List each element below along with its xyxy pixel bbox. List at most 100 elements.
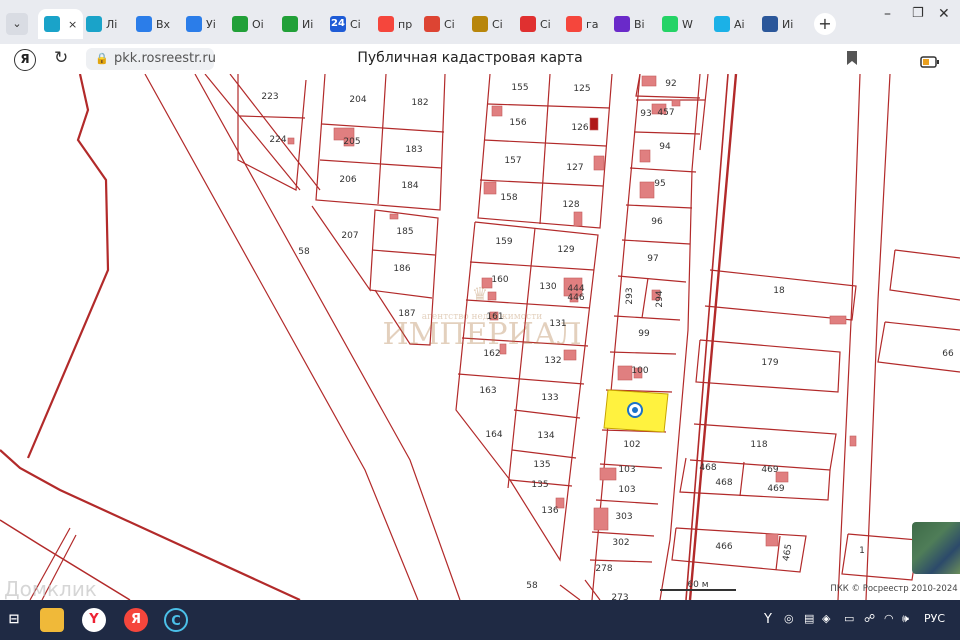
cadastral-map[interactable]: ♛ агентство недвижимости ИМПЕРИАЛ 223 224… [0,74,960,600]
b-icon [186,16,202,32]
browser-tab[interactable]: × [38,9,84,39]
tray-security-icon[interactable]: ◈ [822,612,830,625]
cube-icon [714,16,730,32]
tab-label: Сі [444,17,455,31]
parcel-label: 184 [401,181,418,191]
parcel-label: 469 [761,465,778,475]
browser-tab[interactable]: Ві [614,9,645,39]
tray-ccleaner-icon[interactable]: ◎ [784,612,794,625]
restore-button[interactable]: ❐ [912,6,930,24]
tab-list-button[interactable]: ⌄ [6,9,28,39]
corner-watermark: Домклик [4,577,97,600]
yandex-browser-button[interactable]: Y [82,608,106,632]
close-window-button[interactable]: ✕ [938,6,956,24]
scale-label: 60 м [687,580,708,590]
parcel-label: 465 [782,543,795,562]
24-icon: 24 [330,16,346,32]
parcel-label: 163 [479,386,496,396]
battery-icon [920,56,939,68]
battery-indicator[interactable] [920,53,940,72]
browser-tab[interactable]: 24 Сі [330,9,361,39]
parcel-label: 126 [571,123,588,133]
new-tab-button[interactable]: + [814,9,836,39]
close-tab-icon[interactable]: × [68,18,77,31]
parcel-label: 129 [557,245,574,255]
parcel-label: 135 [531,480,548,490]
parcel-label: 161 [486,312,503,322]
browser-tab[interactable]: Иі [762,9,793,39]
map-canvas[interactable]: ♛ агентство недвижимости ИМПЕРИАЛ 223224… [0,74,960,600]
parcel-label: 100 [631,366,648,376]
parcel-label: 99 [638,329,650,339]
location-marker-icon[interactable] [627,402,643,418]
yandex-button[interactable]: Я [124,608,148,632]
parcel-label: 93 [640,109,651,119]
taskbar: ⊟ Y Я C Y ◎ ▤ ◈ ▭ ☍ ◠ 🕪 РУС [0,600,960,640]
browser-tab[interactable]: Оі [232,9,264,39]
tray-network-icon[interactable]: ☍ [864,612,875,625]
parcel-label: 1 [859,546,865,556]
tab-label: Оі [252,17,264,31]
parcel-label: 58 [298,247,310,257]
map-attribution: ПКК © Росреестр 2010-2024 [830,584,957,594]
parcel-label: 58 [526,581,538,591]
browser-tab[interactable]: пр [378,9,412,39]
tab-label: Ві [634,17,645,31]
ccleaner-button[interactable]: C [164,608,188,632]
tab-label: Сі [350,17,361,31]
parcel-label: 303 [615,512,632,522]
task-view-button[interactable]: ⊟ [2,608,26,632]
yandex-icon [378,16,394,32]
browser-tab[interactable]: Аі [714,9,745,39]
tray-yandex-icon[interactable]: Y [764,612,772,627]
browser-tab[interactable]: Лі [86,9,117,39]
parcel-label: 223 [261,92,278,102]
file-explorer-button[interactable] [40,608,64,632]
url-field[interactable]: 🔒 pkk.rosreestr.ru [86,48,217,70]
tab-label: га [586,17,599,31]
yandex-icon: Я [130,612,141,627]
tray-battery-icon[interactable]: ▭ [844,612,854,625]
browser-tab[interactable]: W [662,9,693,39]
minimize-button[interactable]: – [884,6,902,24]
browser-tab-bar: ⌄ × Лі Вх Уі Оі Иі 24 Сі пр Сі Сі Сі га Ві W Аі Иі + – ❐… [0,0,960,44]
parcel-label: 155 [511,83,528,93]
browser-tab[interactable]: га [566,9,599,39]
parcel-label: 185 [396,227,413,237]
tab-label: Иі [782,17,794,31]
parcel-label: 125 [573,84,590,94]
parcel-label: 204 [349,95,366,105]
satellite-layer-toggle[interactable] [912,522,960,574]
browser-tab[interactable]: Сі [520,9,551,39]
browser-tab[interactable]: Сі [424,9,455,39]
reload-button[interactable]: ↻ [54,48,68,68]
yandex-logo-button[interactable]: Я [14,49,36,71]
bookmark-button[interactable] [846,50,858,66]
tray-volume-icon[interactable]: 🕪 [902,612,909,626]
svg-text:♛: ♛ [472,284,488,305]
url-text: pkk.rosreestr.ru [114,51,217,66]
tray-wifi-icon[interactable]: ◠ [884,612,894,625]
browser-tab[interactable]: Уі [186,9,216,39]
parcel-label: 94 [659,142,671,152]
parcel-label: 131 [549,319,566,329]
browser-tab[interactable]: Вх [136,9,170,39]
taskview-icon: ⊟ [8,612,20,627]
browser-tab[interactable]: Сі [472,9,503,39]
parcel-label: 66 [942,349,954,359]
yandex-browser-icon: Y [89,612,99,627]
restore-icon: ❐ [912,6,924,21]
yandex-icon: Я [20,52,30,66]
parcel-label: 158 [500,193,517,203]
buildings [287,75,857,547]
parcel-label: 457 [657,108,674,118]
browser-tab[interactable]: Иі [282,9,313,39]
parcel-label: 182 [411,98,428,108]
tab-label: пр [398,17,413,31]
whatsapp-icon [662,16,678,32]
list-icon [520,16,536,32]
language-indicator[interactable]: РУС [924,612,945,625]
lock-icon: 🔒 [95,52,109,65]
parcel-label: 302 [612,538,629,548]
tray-card-icon[interactable]: ▤ [804,612,814,625]
